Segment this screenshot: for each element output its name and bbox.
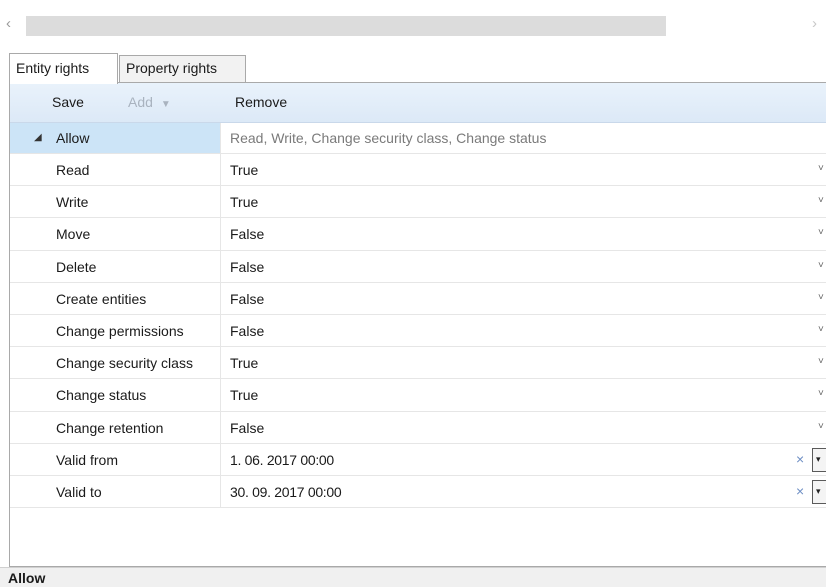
chevron-down-icon[interactable]: ˅: [818, 324, 824, 335]
property-value[interactable]: False: [230, 420, 264, 436]
property-name: Change permissions: [56, 322, 184, 339]
horizontal-scrollbar[interactable]: ‹ ›: [0, 12, 826, 40]
property-row-change-status[interactable]: Change status True ˅: [10, 379, 826, 412]
description-title: Allow: [8, 570, 46, 586]
clear-icon[interactable]: ×: [796, 451, 804, 467]
property-name: Change security class: [56, 355, 193, 372]
description-bar: Allow: [0, 567, 826, 587]
property-value[interactable]: True: [230, 194, 258, 210]
property-name: Read: [56, 162, 90, 178]
property-name: Change status: [56, 387, 147, 404]
property-name: Move: [56, 226, 91, 243]
property-row-write[interactable]: Write True ˅: [10, 186, 826, 219]
column-divider: [220, 379, 221, 411]
chevron-down-icon[interactable]: ˅: [818, 421, 824, 432]
date-value[interactable]: 30. 09. 2017 00:00: [230, 484, 342, 500]
toolbar: Save Add ▼ Remove: [10, 83, 826, 123]
property-name: Write: [56, 194, 89, 211]
scrollbar-thumb[interactable]: [26, 16, 666, 36]
column-divider: [220, 154, 221, 186]
chevron-down-icon[interactable]: ˅: [818, 260, 824, 271]
date-dropdown-button[interactable]: ▾: [812, 447, 826, 472]
property-value[interactable]: False: [230, 291, 264, 307]
remove-button[interactable]: Remove: [235, 94, 287, 110]
property-name: Create entities: [56, 290, 147, 307]
property-row-change-retention[interactable]: Change retention False ˅: [10, 411, 826, 444]
property-row-delete[interactable]: Delete False ˅: [10, 250, 826, 283]
chevron-down-icon[interactable]: ˅: [818, 292, 824, 303]
date-value[interactable]: 1. 06. 2017 00:00: [230, 452, 334, 468]
chevron-down-icon: ▾: [816, 453, 821, 464]
property-name: Valid to: [56, 483, 102, 500]
property-row-read[interactable]: Read True ˅: [10, 154, 826, 187]
rights-panel: Save Add ▼ Remove ◢ Allow Read, Write, Ch…: [9, 83, 826, 587]
add-label: Add: [128, 94, 153, 110]
column-divider: [220, 186, 221, 218]
chevron-down-icon[interactable]: ˅: [818, 227, 824, 238]
property-name: Delete: [56, 258, 97, 275]
scroll-right-icon[interactable]: ›: [812, 15, 817, 32]
column-divider: [220, 250, 221, 282]
column-divider: [220, 123, 221, 153]
column-divider: [220, 314, 221, 347]
property-name: Valid from: [56, 451, 118, 468]
property-value[interactable]: True: [230, 355, 258, 371]
property-value[interactable]: True: [230, 387, 258, 403]
chevron-down-icon[interactable]: ˅: [818, 195, 824, 206]
property-row-valid-from[interactable]: Valid from 1. 06. 2017 00:00 × ▾: [10, 443, 826, 476]
property-value[interactable]: False: [230, 259, 264, 275]
save-button[interactable]: Save: [52, 94, 84, 110]
property-row-change-permissions[interactable]: Change permissions False ˅: [10, 314, 826, 348]
chevron-down-icon: ▾: [816, 485, 821, 496]
group-name: Allow: [56, 130, 90, 146]
column-divider: [220, 443, 221, 475]
column-divider: [220, 282, 221, 314]
property-row-create-entities[interactable]: Create entities False ˅: [10, 282, 826, 315]
chevron-down-icon[interactable]: ˅: [818, 163, 824, 174]
scroll-left-icon[interactable]: ‹: [6, 15, 11, 32]
property-value[interactable]: False: [230, 323, 264, 339]
column-divider: [220, 411, 221, 443]
property-name: Change retention: [56, 419, 164, 436]
tab-entity-rights[interactable]: Entity rights: [9, 53, 118, 84]
property-row-change-security-class[interactable]: Change security class True ˅: [10, 347, 826, 380]
column-divider: [220, 475, 221, 508]
tab-property-rights[interactable]: Property rights: [119, 55, 246, 82]
property-row-move[interactable]: Move False ˅: [10, 218, 826, 251]
property-value[interactable]: True: [230, 162, 258, 178]
add-button: Add ▼: [128, 94, 171, 110]
property-row-valid-to[interactable]: Valid to 30. 09. 2017 00:00 × ▾: [10, 475, 826, 509]
date-dropdown-button[interactable]: ▾: [812, 479, 826, 504]
property-value[interactable]: False: [230, 226, 264, 242]
column-divider: [220, 218, 221, 250]
column-divider: [220, 347, 221, 379]
chevron-down-icon[interactable]: ˅: [818, 388, 824, 399]
chevron-down-icon: ▼: [160, 99, 171, 110]
property-grid: ◢ Allow Read, Write, Change security cla…: [10, 123, 826, 509]
chevron-down-icon[interactable]: ˅: [818, 356, 824, 367]
group-row-allow[interactable]: ◢ Allow Read, Write, Change security cla…: [10, 123, 826, 154]
group-summary: Read, Write, Change security class, Chan…: [230, 130, 547, 146]
clear-icon[interactable]: ×: [796, 483, 804, 499]
collapse-triangle-icon[interactable]: ◢: [34, 132, 42, 143]
tab-strip: Entity rights Property rights: [9, 53, 826, 84]
